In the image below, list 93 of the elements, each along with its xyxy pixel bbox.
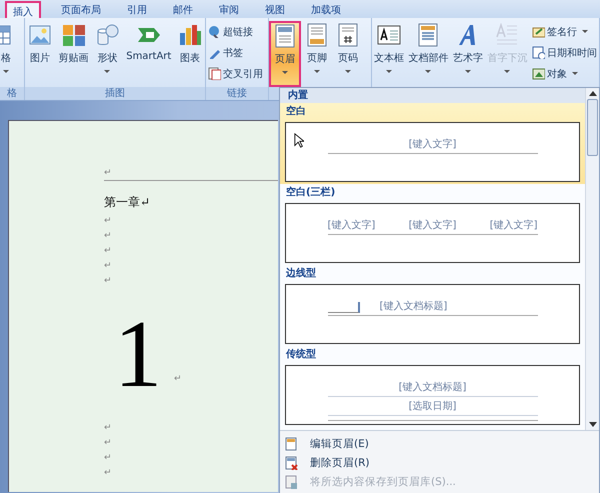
paragraph-mark: ↵ (104, 246, 112, 256)
placeholder-text: [键入文字] (490, 218, 538, 232)
save-to-gallery-icon (284, 474, 298, 488)
ribbon-button[interactable]: 交叉引用 (206, 63, 265, 84)
header-document-icon (273, 24, 297, 48)
paragraph-mark: ↵ (104, 260, 112, 270)
header-gallery-item[interactable]: 空白(三栏) [键入文字] [键入文字] [键入文字] (280, 184, 585, 265)
mouse-pointer-icon (294, 133, 304, 148)
ribbon-tab[interactable]: 引用 (121, 1, 153, 18)
paragraph-mark: ↵ (104, 452, 112, 462)
caret-icon (464, 70, 471, 73)
ribbon-button[interactable]: 格 (0, 21, 12, 87)
ribbon-button[interactable]: 剪贴画 (56, 21, 92, 87)
ribbon-button[interactable]: 超链接 (206, 21, 265, 42)
header-gallery-item[interactable]: 空白 [键入文字] (280, 103, 585, 184)
caret-icon (504, 70, 510, 73)
ribbon-tab[interactable]: 邮件 (167, 1, 199, 18)
header-gallery-item[interactable]: 传统型 [键入文档标题] [选取日期] (280, 346, 585, 427)
ribbon-button[interactable]: 页脚 (302, 21, 332, 87)
calendar-clock-icon (532, 46, 545, 59)
paragraph-mark: ↵ (104, 438, 112, 448)
placeholder-text: [键入文档标题] (380, 300, 448, 313)
paragraph-mark: ↵ (104, 276, 112, 286)
caret-icon (282, 71, 288, 74)
gallery-heading: 内置 (280, 88, 585, 103)
edit-header-icon (284, 436, 298, 450)
header-gallery-item[interactable]: 边线型 [键入文档标题] (280, 265, 585, 346)
ribbon-button[interactable]: 图片 (25, 21, 55, 87)
ribbon-button[interactable]: 图表 (175, 21, 205, 87)
paragraph-mark: ↵ (104, 468, 112, 478)
group-label: 链接 (206, 87, 268, 100)
caret-icon (582, 30, 588, 33)
ribbon-button[interactable]: 文本框 (372, 21, 406, 87)
ribbon-tab[interactable]: 加载项 (305, 1, 347, 18)
ribbon-button[interactable]: 页码 (333, 21, 363, 87)
ribbon-button[interactable]: 页眉 (269, 21, 301, 87)
remove-header-icon (284, 456, 298, 470)
bar-chart-icon (178, 23, 202, 47)
caret-icon (314, 70, 320, 73)
caret-icon (3, 70, 9, 73)
ribbon-button[interactable]: 形状 (92, 21, 122, 87)
paragraph-mark: ↵ (104, 230, 112, 240)
side-line-drawing (328, 302, 360, 313)
ribbon-button[interactable]: 文档部件 (406, 21, 450, 87)
footer-document-icon (305, 23, 329, 47)
page-number-icon (336, 23, 360, 47)
caret-icon (425, 70, 432, 73)
ribbon-button[interactable]: 书签 (206, 42, 265, 63)
cross-reference-icon (208, 67, 221, 80)
gallery-item-title: 传统型 (284, 348, 317, 362)
ribbon-tab[interactable]: 页面布局 (55, 1, 107, 18)
caret-icon (572, 72, 578, 75)
scrollbar[interactable] (585, 88, 599, 430)
caret-icon (345, 70, 351, 73)
placeholder-text: [键入文字] (328, 218, 376, 232)
signature-icon (532, 25, 545, 38)
placeholder-text: [键入文字] (408, 138, 456, 151)
menu-item[interactable]: 编辑页眉(E) (280, 434, 599, 453)
ribbon-button[interactable]: 日期和时间 (530, 42, 599, 63)
drop-cap-icon (495, 23, 520, 47)
chapter-heading: 第一章↵ (104, 194, 150, 210)
gallery-item-title: 边线型 (285, 266, 317, 281)
shapes-icon (95, 23, 120, 47)
ribbon-tab[interactable]: 视图 (259, 1, 291, 18)
ribbon-button[interactable]: 签名行 (530, 21, 599, 42)
scroll-up-icon[interactable] (588, 91, 596, 96)
menu-item[interactable]: 删除页眉(R) (280, 453, 599, 472)
ribbon-button[interactable]: 艺术字 (451, 21, 485, 87)
scroll-down-icon[interactable] (588, 422, 596, 427)
ribbon-button[interactable]: SmartArt (123, 21, 174, 87)
paragraph-mark: ↵ (104, 422, 112, 432)
placeholder-text: [键入文字] (408, 218, 456, 232)
placeholder-text: [键入文档标题] (398, 380, 466, 394)
image-icon (28, 23, 52, 47)
placeholder-text: [选取日期] (408, 400, 456, 413)
paragraph-mark: ↵ (104, 168, 112, 178)
paragraph-mark: ↵ (174, 374, 182, 384)
document-parts-icon (416, 23, 440, 47)
paragraph-mark: ↵ (104, 216, 112, 226)
caret-icon (386, 70, 392, 73)
group-label: 插图 (25, 87, 205, 100)
ribbon-tab[interactable]: 插入 (5, 1, 41, 18)
clipart-icon (62, 23, 86, 47)
object-icon (532, 67, 545, 80)
ribbon-button[interactable]: 对象 (530, 63, 599, 84)
large-number: 1 (114, 306, 162, 402)
ribbon-tab[interactable]: 审阅 (213, 1, 245, 18)
text-box-icon (376, 23, 401, 47)
gallery-item-title: 空白 (285, 104, 307, 119)
caret-icon (104, 70, 110, 73)
gallery-item-title: 空白(三栏) (285, 186, 336, 200)
scroll-thumb[interactable] (587, 99, 598, 156)
group-label: 格 (0, 87, 24, 100)
